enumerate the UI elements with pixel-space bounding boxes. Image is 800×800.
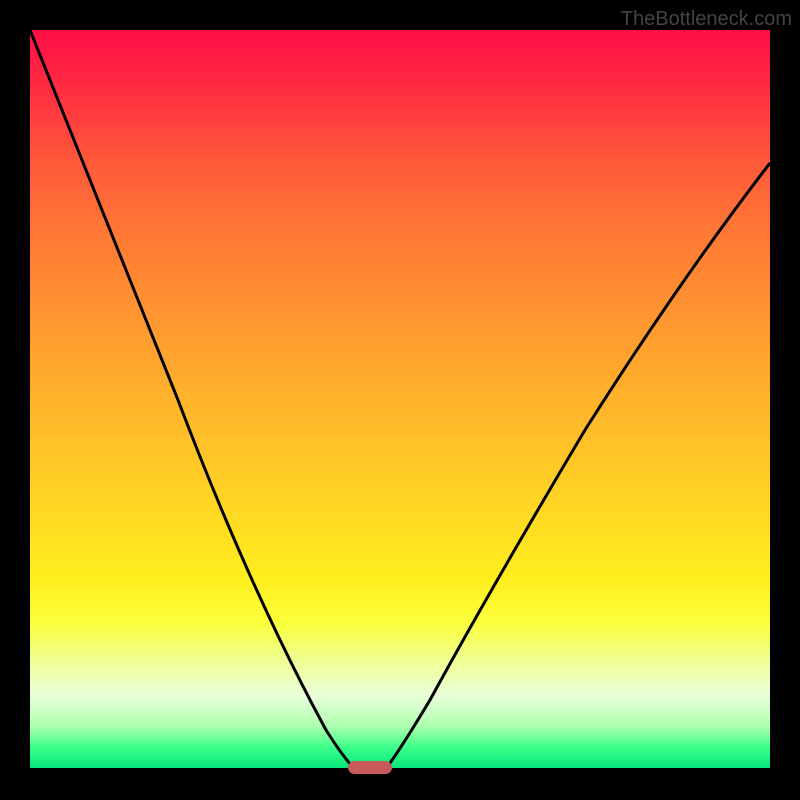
x-axis-baseline	[30, 768, 770, 770]
curve-layer	[30, 30, 770, 770]
chart-area	[30, 30, 770, 770]
curve-path-right	[385, 163, 770, 770]
curve-path-left	[30, 30, 356, 770]
optimal-point-marker	[348, 761, 392, 774]
watermark-text: TheBottleneck.com	[621, 8, 792, 31]
